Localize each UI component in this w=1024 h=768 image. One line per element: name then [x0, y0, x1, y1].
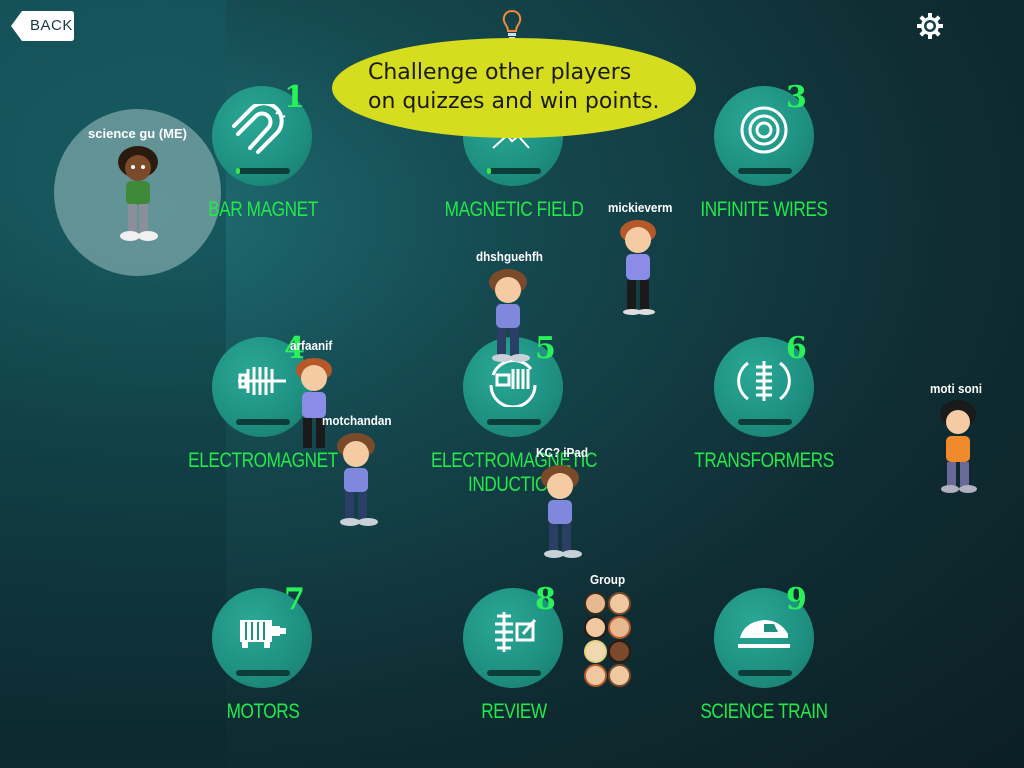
train-icon — [738, 620, 790, 648]
topic-label-science-train[interactable]: SCIENCE TRAIN — [666, 700, 863, 724]
topic-motors[interactable]: 7 — [212, 582, 312, 688]
progress-bar — [487, 419, 541, 425]
topic-transformers[interactable]: 6 — [714, 331, 814, 437]
progress-fill — [487, 168, 492, 174]
topic-number: 8 — [535, 582, 556, 617]
group-avatar — [584, 664, 607, 687]
topic-number: 7 — [284, 582, 305, 617]
player-avatar-moti-soni[interactable] — [932, 398, 984, 496]
back-button[interactable]: BACK — [10, 10, 75, 42]
my-player-name: science gu (ME) — [88, 126, 187, 141]
player-avatar-motchandan[interactable] — [330, 430, 386, 528]
topic-label-infinite-wires[interactable]: INFINITE WIRES — [666, 198, 863, 222]
group-name: Group — [590, 572, 626, 587]
topic-review[interactable]: 8 — [463, 582, 563, 688]
horseshoe-magnet-icon — [232, 104, 286, 154]
hint-line-2: on quizzes and win points. — [368, 89, 660, 114]
group-avatar — [584, 640, 607, 663]
topic-number: 6 — [786, 331, 807, 366]
group-avatar — [608, 592, 631, 615]
topic-number: 1 — [284, 80, 305, 115]
gear-icon[interactable] — [916, 12, 944, 40]
topic-label-review[interactable]: REVIEW — [416, 700, 613, 724]
topic-label-transformers[interactable]: TRANSFORMERS — [666, 449, 863, 473]
group-avatar-cluster[interactable] — [584, 592, 631, 688]
review-icon — [495, 612, 537, 652]
topic-number: 5 — [535, 331, 556, 366]
progress-bar — [487, 168, 541, 174]
player-avatar-mickieverm[interactable] — [612, 218, 664, 316]
player-name-mickieverm: mickieverm — [608, 200, 673, 215]
group-avatar — [608, 640, 631, 663]
topic-number: 9 — [786, 582, 807, 617]
back-label: BACK — [30, 17, 73, 34]
transformer-icon — [737, 361, 791, 401]
progress-fill — [236, 168, 241, 174]
player-name-moti-soni: moti soni — [930, 381, 983, 396]
player-avatar-dhshguehfh[interactable] — [482, 266, 538, 364]
topic-label-motors[interactable]: MOTORS — [165, 700, 362, 724]
player-name-motchandan: motchandan — [322, 413, 392, 428]
concentric-wires-icon — [740, 106, 788, 154]
my-avatar[interactable] — [110, 144, 166, 242]
hint-bubble: Challenge other players on quizzes and w… — [332, 38, 696, 138]
progress-bar — [738, 670, 792, 676]
player-avatar-kc-ipad[interactable] — [534, 462, 590, 560]
topic-number: 3 — [786, 80, 807, 115]
group-avatar — [584, 592, 607, 615]
player-name-kc-ipad: KC? iPad — [536, 445, 589, 460]
topic-infinite-wires[interactable]: 3 — [714, 80, 814, 186]
player-name-arfaanif: arfaanif — [290, 338, 333, 353]
progress-bar — [236, 670, 290, 676]
player-name-dhshguehfh: dhshguehfh — [476, 249, 543, 264]
topic-label-magnetic-field[interactable]: MAGNETIC FIELD — [416, 198, 613, 222]
group-avatar — [584, 616, 607, 639]
motor-icon — [240, 620, 286, 648]
topic-label-bar-magnet[interactable]: BAR MAGNET — [165, 198, 362, 222]
hint-line-1: Challenge other players — [368, 60, 632, 85]
progress-bar — [738, 168, 792, 174]
group-avatar — [608, 664, 631, 687]
group-avatar — [608, 616, 631, 639]
progress-bar — [236, 419, 290, 425]
topic-bar-magnet[interactable]: 1 — [212, 80, 312, 186]
progress-bar — [236, 168, 290, 174]
coil-icon — [238, 367, 286, 395]
topic-science-train[interactable]: 9 — [714, 582, 814, 688]
progress-bar — [738, 419, 792, 425]
progress-bar — [487, 670, 541, 676]
